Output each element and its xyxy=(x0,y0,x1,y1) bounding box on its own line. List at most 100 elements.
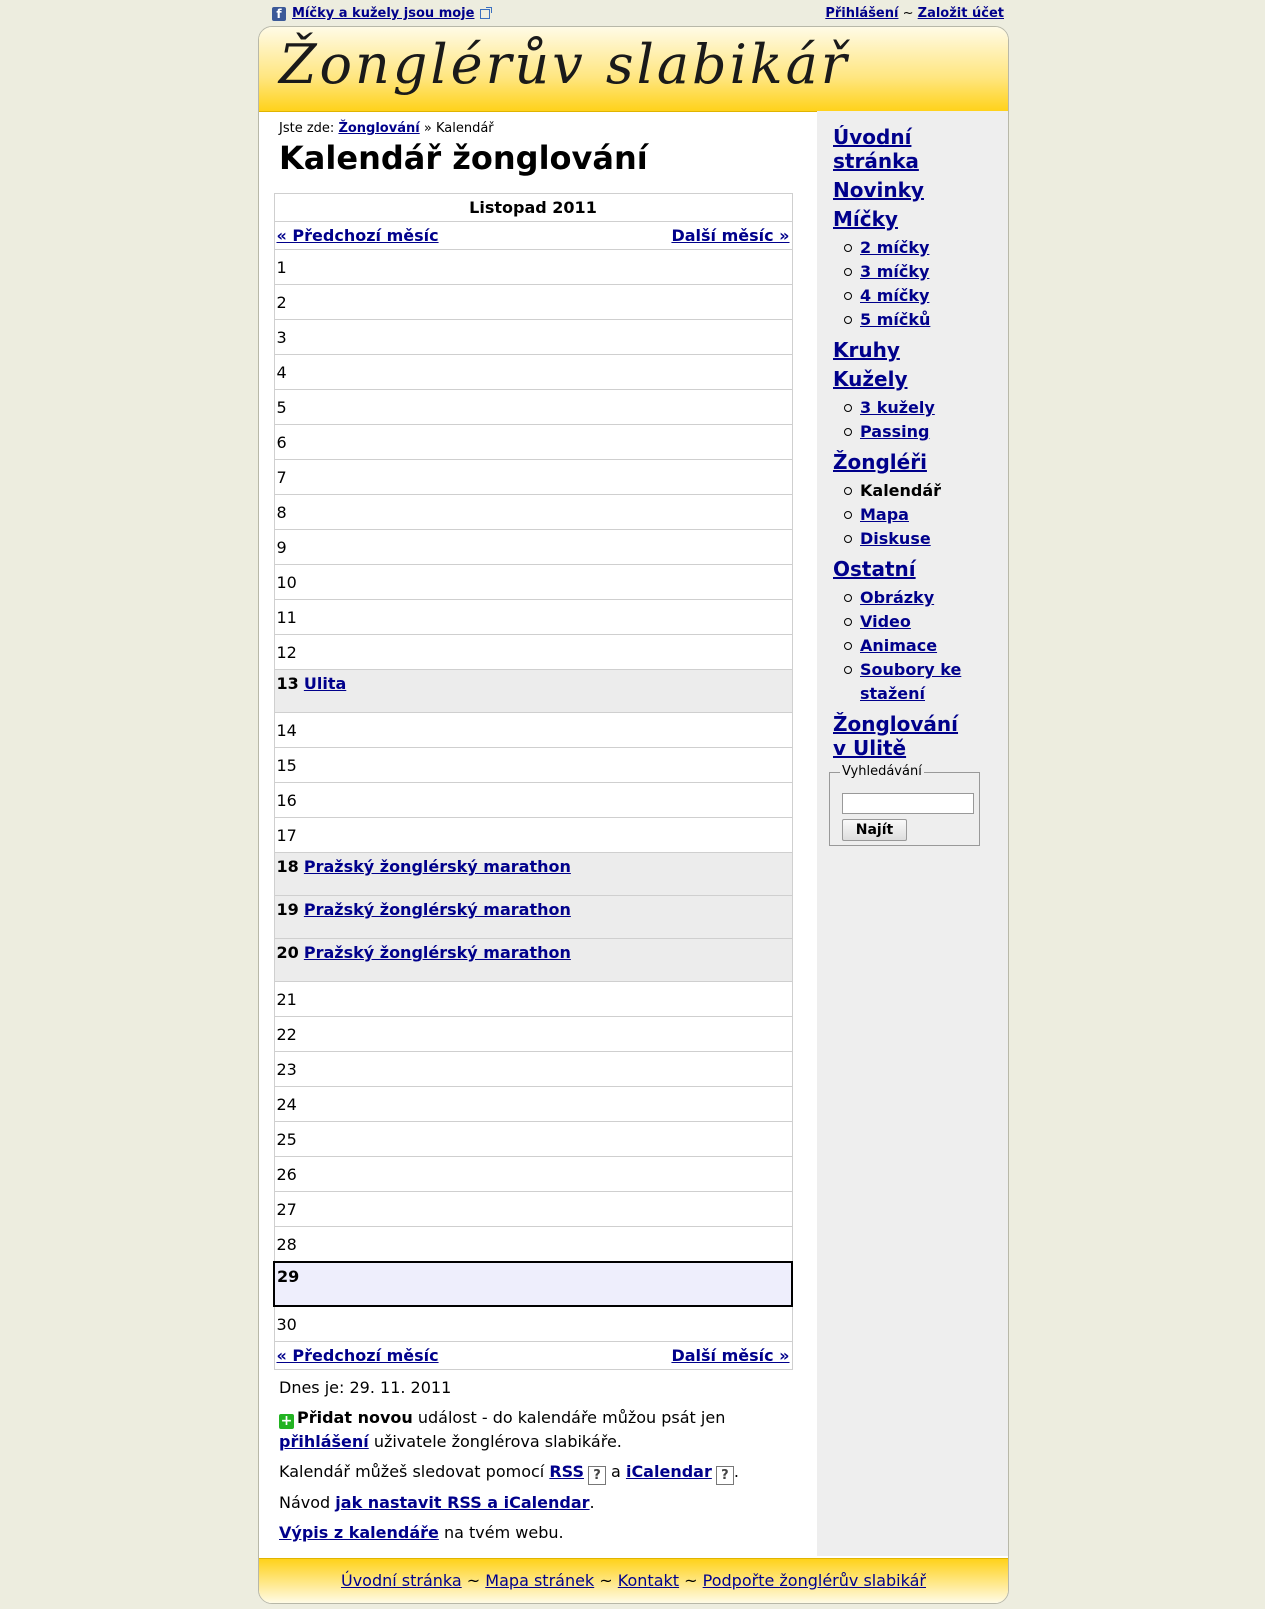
add-event-link[interactable]: Přidat novou xyxy=(297,1408,413,1427)
sidebar-item-3-clubs[interactable]: 3 kužely xyxy=(860,398,935,417)
calendar-day-row: 22 xyxy=(273,1016,793,1052)
clubs-submenu: 3 kužely Passing xyxy=(833,396,1003,444)
footer-link-support[interactable]: Podpořte žonglérův slabikář xyxy=(703,1571,926,1590)
jugglers-submenu: Kalendář Mapa Diskuse xyxy=(833,479,1003,551)
calendar-day-cell: 15 xyxy=(273,747,793,783)
submenu-item: Animace xyxy=(833,634,1003,658)
breadcrumb-link-juggling[interactable]: Žonglování xyxy=(338,121,419,136)
rss-help-icon[interactable]: ? xyxy=(587,1466,606,1485)
sidebar-item-other[interactable]: Ostatní xyxy=(833,557,1003,581)
calendar-day-cell: 10 xyxy=(273,564,793,600)
calendar-event-link[interactable]: Pražský žonglérský marathon xyxy=(304,943,571,962)
page-title: Kalendář žonglování xyxy=(279,139,648,177)
login-required-link[interactable]: přihlášení xyxy=(279,1432,369,1451)
prev-month-link[interactable]: « Předchozí měsíc xyxy=(277,226,439,245)
calendar-day-cell: 22 xyxy=(273,1016,793,1052)
calendar-event-link[interactable]: Pražský žonglérský marathon xyxy=(304,900,571,919)
howto-text: Návod jak nastavit RSS a iCalendar. xyxy=(279,1491,799,1515)
submenu-item: Diskuse xyxy=(833,527,1003,551)
calendar-day-row: 24 xyxy=(273,1086,793,1122)
calendar-day-cell: 19 Pražský žonglérský marathon xyxy=(273,895,793,939)
prev-month-link-bottom[interactable]: « Předchozí měsíc xyxy=(277,1346,439,1365)
calendar-day-row: 5 xyxy=(273,389,793,425)
breadcrumb-separator: » xyxy=(423,121,432,136)
sidebar-item-5-balls[interactable]: 5 míčků xyxy=(860,310,930,329)
submenu-item: 5 míčků xyxy=(833,308,1003,332)
calendar-day-cell: 18 Pražský žonglérský marathon xyxy=(273,852,793,896)
sidebar-item-map[interactable]: Mapa xyxy=(860,505,909,524)
submenu-item: 3 kužely xyxy=(833,396,1003,420)
search-input[interactable] xyxy=(842,793,974,814)
facebook-link-group: f Míčky a kužely jsou moje xyxy=(272,6,493,21)
add-icon[interactable]: + xyxy=(279,1414,294,1429)
add-event-text: + Přidat novou událost - do kalendáře můž… xyxy=(279,1406,799,1454)
calendar-day-cell: 20 Pražský žonglérský marathon xyxy=(273,938,793,982)
breadcrumb: Jste zde: Žonglování » Kalendář xyxy=(279,121,494,136)
day-number: 11 xyxy=(276,607,297,627)
sidebar-item-home[interactable]: Úvodní stránka xyxy=(833,125,1003,173)
sidebar-item-3-balls[interactable]: 3 míčky xyxy=(860,262,929,281)
export-link[interactable]: Výpis z kalendáře xyxy=(279,1523,439,1542)
footer-separator: ~ xyxy=(684,1571,698,1590)
site-logo[interactable]: Žonglérův slabikář xyxy=(279,33,850,96)
next-month-link-bottom[interactable]: Další měsíc » xyxy=(671,1346,789,1365)
sidebar-item-jugglers[interactable]: Žongléři xyxy=(833,450,1003,474)
calendar-day-cell: 16 xyxy=(273,782,793,818)
auth-separator: ~ xyxy=(902,6,914,21)
icalendar-link[interactable]: iCalendar xyxy=(626,1462,712,1481)
sidebar-item-video[interactable]: Video xyxy=(860,612,911,631)
sidebar-item-4-balls[interactable]: 4 míčky xyxy=(860,286,929,305)
calendar-event-link[interactable]: Pražský žonglérský marathon xyxy=(304,857,571,876)
footer-link-contact[interactable]: Kontakt xyxy=(618,1571,679,1590)
day-number: 29 xyxy=(277,1267,300,1286)
sidebar-item-ulita[interactable]: Žonglování v Ulitě xyxy=(833,712,973,760)
sidebar-item-2-balls[interactable]: 2 míčky xyxy=(860,238,929,257)
submenu-item: Kalendář xyxy=(833,479,1003,503)
footer-link-sitemap[interactable]: Mapa stránek xyxy=(485,1571,594,1590)
sidebar-item-downloads[interactable]: Soubory ke stažení xyxy=(860,660,961,703)
day-number: 1 xyxy=(276,257,287,277)
calendar-day-cell: 23 xyxy=(273,1051,793,1087)
login-link[interactable]: Přihlášení xyxy=(825,6,898,21)
register-link[interactable]: Založit účet xyxy=(918,6,1004,21)
breadcrumb-prefix: Jste zde: xyxy=(279,121,335,136)
sidebar-item-images[interactable]: Obrázky xyxy=(860,588,934,607)
calendar-day-cell: 1 xyxy=(273,249,793,285)
facebook-page-link[interactable]: Míčky a kužely jsou moje xyxy=(292,6,474,21)
calendar-table: Listopad 2011 « Předchozí měsíc Další mě… xyxy=(273,193,793,1370)
calendar-day-cell: 2 xyxy=(273,284,793,320)
footer-link-home[interactable]: Úvodní stránka xyxy=(341,1571,462,1590)
footer-separator: ~ xyxy=(599,1571,613,1590)
day-number: 23 xyxy=(276,1059,297,1079)
sidebar-item-news[interactable]: Novinky xyxy=(833,178,1003,202)
day-number: 19 xyxy=(276,900,299,919)
calendar-day-row: 15 xyxy=(273,747,793,783)
sidebar-item-discussion[interactable]: Diskuse xyxy=(860,529,931,548)
day-number: 5 xyxy=(276,397,287,417)
calendar-nav-bottom: « Předchozí měsíc Další měsíc » xyxy=(273,1341,793,1370)
auth-links: Přihlášení ~ Založit účet xyxy=(825,6,1004,21)
calendar-event-link[interactable]: Ulita xyxy=(304,674,346,693)
sidebar-item-clubs[interactable]: Kužely xyxy=(833,367,1003,391)
day-number: 8 xyxy=(276,502,287,522)
sidebar-item-animations[interactable]: Animace xyxy=(860,636,937,655)
day-number: 6 xyxy=(276,432,287,452)
rss-link[interactable]: RSS xyxy=(549,1462,584,1481)
icalendar-help-icon[interactable]: ? xyxy=(715,1466,734,1485)
add-event-tail: uživatele žonglérova slabikáře. xyxy=(368,1432,622,1451)
search-button[interactable]: Najít xyxy=(842,819,907,841)
breadcrumb-current: Kalendář xyxy=(435,121,494,136)
calendar-day-row: 18 Pražský žonglérský marathon xyxy=(273,852,793,896)
submenu-item: Soubory ke stažení xyxy=(833,658,970,706)
sidebar-item-passing[interactable]: Passing xyxy=(860,422,929,441)
calendar-day-row: 4 xyxy=(273,354,793,390)
day-number: 15 xyxy=(276,755,297,775)
calendar-day-row: 7 xyxy=(273,459,793,495)
calendar-day-cell: 30 xyxy=(273,1305,793,1342)
top-bar: f Míčky a kužely jsou moje Přihlášení ~ … xyxy=(272,6,1004,24)
sidebar-item-rings[interactable]: Kruhy xyxy=(833,338,1003,362)
sidebar-item-balls[interactable]: Míčky xyxy=(833,207,1003,231)
howto-link[interactable]: jak nastavit RSS a iCalendar xyxy=(335,1493,589,1512)
calendar-day-row: 19 Pražský žonglérský marathon xyxy=(273,895,793,939)
next-month-link[interactable]: Další měsíc » xyxy=(671,226,789,245)
